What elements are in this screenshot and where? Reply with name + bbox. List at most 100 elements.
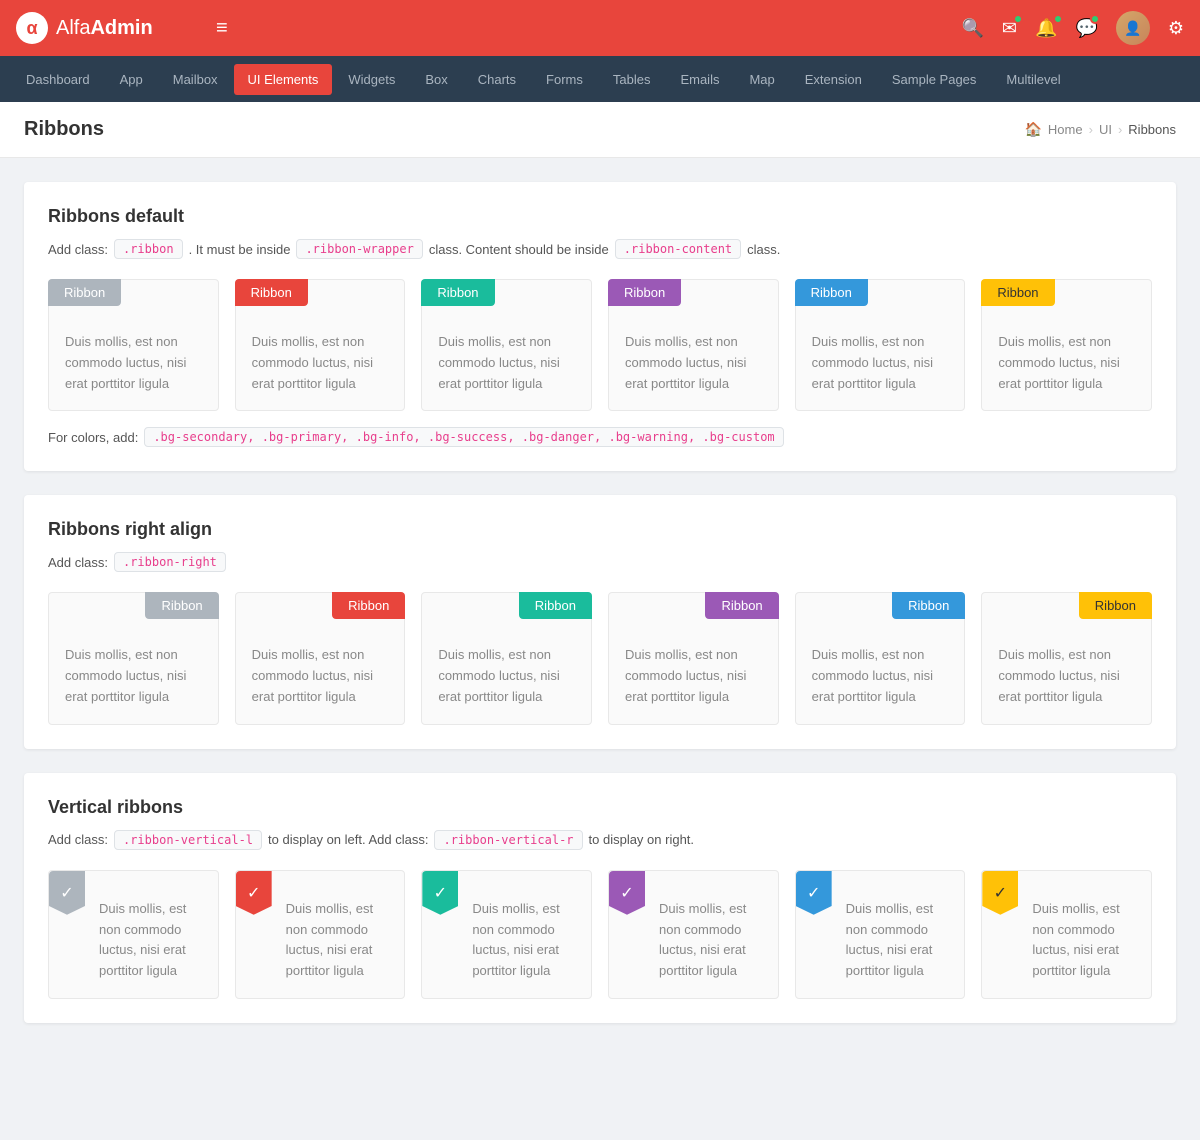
ribbon-right-tag-2: Ribbon [332,592,405,619]
ribbon-card-6: Ribbon Duis mollis, est non commodo luct… [981,279,1152,411]
card-right-text-4: Duis mollis, est non commodo luctus, nis… [625,645,762,707]
search-icon[interactable]: 🔍 [962,18,984,39]
desc-add-class: Add class: [48,242,108,257]
breadcrumb-sep2: › [1118,122,1122,137]
ribbon-right-tag-3: Ribbon [519,592,592,619]
ribbon-right-tag-5: Ribbon [892,592,965,619]
nav-emails[interactable]: Emails [666,64,733,95]
section-default-title: Ribbons default [48,206,1152,227]
ribbon-card-2: Ribbon Duis mollis, est non commodo luct… [235,279,406,411]
ribbon-vert-card-3: ✓ Duis mollis, est non commodo luctus, n… [421,870,592,999]
ribbon-vert-tag-4: ✓ [609,871,645,915]
card-text-2: Duis mollis, est non commodo luctus, nis… [252,332,389,394]
ribbon-vert-card-1: ✓ Duis mollis, est non commodo luctus, n… [48,870,219,999]
code-ribbon-wrapper: .ribbon-wrapper [296,239,422,259]
card-right-text-3: Duis mollis, est non commodo luctus, nis… [438,645,575,707]
ribbon-vert-tag-6: ✓ [982,871,1018,915]
card-text-3: Duis mollis, est non commodo luctus, nis… [438,332,575,394]
section-right-desc: Add class: .ribbon-right [48,552,1152,572]
card-vert-text-6: Duis mollis, est non commodo luctus, nis… [1032,899,1135,982]
nav-forms[interactable]: Forms [532,64,597,95]
ribbon-vert-card-5: ✓ Duis mollis, est non commodo luctus, n… [795,870,966,999]
desc-mid: . It must be inside [189,242,291,257]
nav-extension[interactable]: Extension [791,64,876,95]
vert-desc-suffix: to display on right. [589,832,695,847]
desc-suffix: class. [747,242,780,257]
ribbon-vert-tag-2: ✓ [236,871,272,915]
code-ribbon: .ribbon [114,239,183,259]
card-right-text-2: Duis mollis, est non commodo luctus, nis… [252,645,389,707]
secondary-nav: Dashboard App Mailbox UI Elements Widget… [0,56,1200,102]
nav-widgets[interactable]: Widgets [334,64,409,95]
card-vert-text-4: Duis mollis, est non commodo luctus, nis… [659,899,762,982]
breadcrumb-current: Ribbons [1128,122,1176,137]
ribbon-vert-tag-5: ✓ [796,871,832,915]
ribbon-tag-3: Ribbon [421,279,494,306]
breadcrumb: 🏠 Home › UI › Ribbons [1024,121,1176,138]
code-ribbon-vertical-l: .ribbon-vertical-l [114,830,262,850]
nav-app[interactable]: App [106,64,157,95]
section-vertical-title: Vertical ribbons [48,797,1152,818]
code-ribbon-right: .ribbon-right [114,552,226,572]
card-right-text-1: Duis mollis, est non commodo luctus, nis… [65,645,202,707]
nav-charts[interactable]: Charts [464,64,530,95]
ribbon-right-tag-6: Ribbon [1079,592,1152,619]
color-note-label: For colors, add: [48,430,138,445]
section-ribbons-vertical: Vertical ribbons Add class: .ribbon-vert… [24,773,1176,1023]
logo: α AlfaAdmin [16,12,196,44]
section-right-title: Ribbons right align [48,519,1152,540]
ribbon-tag-1: Ribbon [48,279,121,306]
breadcrumb-sep1: › [1089,122,1093,137]
logo-icon: α [16,12,48,44]
ribbon-tag-5: Ribbon [795,279,868,306]
top-bar-icons: 🔍 ✉ 🔔 💬 👤 ⚙ [962,11,1185,45]
ribbon-default-grid: Ribbon Duis mollis, est non commodo luct… [48,279,1152,411]
nav-dashboard[interactable]: Dashboard [12,64,104,95]
card-vert-text-2: Duis mollis, est non commodo luctus, nis… [286,899,389,982]
code-ribbon-vertical-r: .ribbon-vertical-r [434,830,582,850]
desc-mid2: class. Content should be inside [429,242,609,257]
color-note: For colors, add: .bg-secondary, .bg-prim… [48,427,1152,447]
nav-sample-pages[interactable]: Sample Pages [878,64,991,95]
hamburger-button[interactable]: ≡ [208,13,236,44]
bell-icon[interactable]: 🔔 [1035,18,1057,39]
chat-icon[interactable]: 💬 [1075,18,1097,39]
ribbon-right-card-4: Ribbon Duis mollis, est non commodo luct… [608,592,779,724]
nav-ui-elements[interactable]: UI Elements [234,64,333,95]
ribbon-vert-tag-1: ✓ [49,871,85,915]
code-ribbon-content: .ribbon-content [615,239,741,259]
ribbon-right-card-2: Ribbon Duis mollis, est non commodo luct… [235,592,406,724]
card-vert-text-1: Duis mollis, est non commodo luctus, nis… [99,899,202,982]
logo-alfa: AlfaAdmin [56,17,153,40]
nav-box[interactable]: Box [411,64,461,95]
ribbon-vert-card-4: ✓ Duis mollis, est non commodo luctus, n… [608,870,779,999]
vert-desc-prefix: Add class: [48,832,108,847]
ribbon-vert-tag-3: ✓ [422,871,458,915]
ribbon-vertical-grid: ✓ Duis mollis, est non commodo luctus, n… [48,870,1152,999]
ribbon-right-tag-1: Ribbon [145,592,218,619]
ribbon-card-4: Ribbon Duis mollis, est non commodo luct… [608,279,779,411]
page-header: Ribbons 🏠 Home › UI › Ribbons [0,102,1200,158]
nav-mailbox[interactable]: Mailbox [159,64,232,95]
avatar[interactable]: 👤 [1116,11,1150,45]
card-text-1: Duis mollis, est non commodo luctus, nis… [65,332,202,394]
ribbon-card-3: Ribbon Duis mollis, est non commodo luct… [421,279,592,411]
home-icon: 🏠 [1024,121,1041,138]
card-text-6: Duis mollis, est non commodo luctus, nis… [998,332,1135,394]
vert-desc-mid: to display on left. Add class: [268,832,428,847]
ribbon-tag-6: Ribbon [981,279,1054,306]
settings-icon[interactable]: ⚙ [1168,18,1184,39]
section-ribbons-right: Ribbons right align Add class: .ribbon-r… [24,495,1176,748]
nav-multilevel[interactable]: Multilevel [992,64,1074,95]
section-default-desc: Add class: .ribbon . It must be inside .… [48,239,1152,259]
breadcrumb-home[interactable]: Home [1048,122,1083,137]
ribbon-tag-2: Ribbon [235,279,308,306]
nav-tables[interactable]: Tables [599,64,665,95]
breadcrumb-ui[interactable]: UI [1099,122,1112,137]
mail-icon[interactable]: ✉ [1002,18,1017,39]
nav-map[interactable]: Map [735,64,788,95]
card-right-text-5: Duis mollis, est non commodo luctus, nis… [812,645,949,707]
ribbon-right-tag-4: Ribbon [705,592,778,619]
ribbon-vert-card-6: ✓ Duis mollis, est non commodo luctus, n… [981,870,1152,999]
section-vertical-desc: Add class: .ribbon-vertical-l to display… [48,830,1152,850]
